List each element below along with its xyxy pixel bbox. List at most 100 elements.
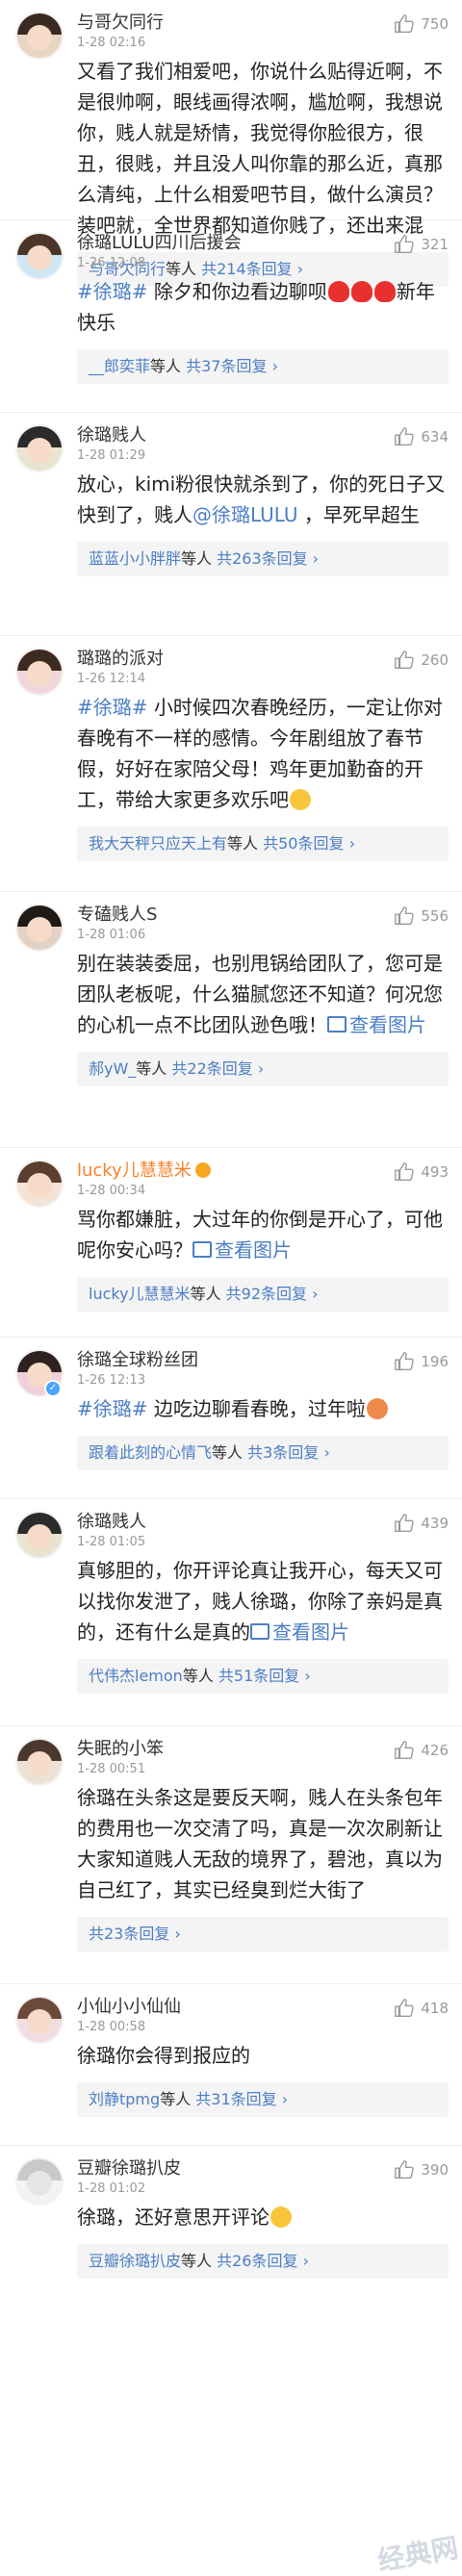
thumbs-up-icon <box>395 14 415 33</box>
thumbs-up-icon <box>395 650 415 669</box>
reply-summary[interactable]: 我大天秤只应天上有等人 共50条回复 › <box>77 827 449 861</box>
topic-link[interactable]: #徐璐# <box>77 280 148 303</box>
reply-count[interactable]: 共37条回复 <box>186 357 267 375</box>
comment-item: 与哥欠同行 1-28 02:16 750 又看了我们相爱吧，你说什么贴得近啊，不… <box>0 0 462 287</box>
thumbs-up-icon <box>395 906 415 925</box>
reply-summary[interactable]: lucky儿慧慧米等人 共92条回复 › <box>77 1277 449 1312</box>
view-image-link[interactable]: 查看图片 <box>327 1013 426 1036</box>
like-button[interactable]: 439 <box>394 1507 449 1534</box>
comment-item: 璐璐的派对 1-26 12:14 260 #徐璐# 小时候四次春晚经历，一定让你… <box>0 636 462 892</box>
reply-user[interactable]: 代伟杰lemon <box>89 1667 183 1685</box>
comment-item: 徐璐贱人 1-28 01:05 439 真够胆的，你开评论真让我开心，每天又可以… <box>0 1499 462 1726</box>
reply-summary[interactable]: 刘静tpmg等人 共31条回复 › <box>77 2082 449 2117</box>
username[interactable]: 璐璐的派对 <box>77 648 164 671</box>
comment-item: 豆瓣徐璐扒皮 1-28 01:02 390 徐璐，还好意思开评论 豆瓣徐璐扒皮等… <box>0 2146 462 2287</box>
angry-emoji-icon <box>366 1398 388 1419</box>
like-button[interactable]: 426 <box>394 1734 449 1761</box>
reply-user[interactable]: 我大天秤只应天上有 <box>89 834 227 853</box>
timestamp: 1-28 01:05 <box>77 1535 146 1549</box>
view-image-link[interactable]: 查看图片 <box>250 1620 349 1644</box>
reply-count[interactable]: 共26条回复 <box>217 2252 297 2270</box>
reply-summary[interactable]: 代伟杰lemon等人 共51条回复 › <box>77 1659 449 1694</box>
reply-count[interactable]: 共23条回复 <box>89 1925 169 1943</box>
like-count: 390 <box>421 2161 449 2179</box>
reply-user[interactable]: lucky儿慧慧米 <box>89 1285 191 1303</box>
reply-summary[interactable]: 豆瓣徐璐扒皮等人 共26条回复 › <box>77 2244 449 2279</box>
topic-link[interactable]: #徐璐# <box>77 696 148 719</box>
like-count: 196 <box>421 1353 449 1370</box>
avatar[interactable] <box>15 424 64 472</box>
reply-count[interactable]: 共50条回复 <box>263 834 344 853</box>
reply-user[interactable]: 刘静tpmg <box>89 2090 160 2108</box>
username[interactable]: 小仙小小仙仙 <box>77 1996 181 2019</box>
reply-summary[interactable]: 郝yW_等人 共22条回复 › <box>77 1052 449 1086</box>
mention-link[interactable]: @徐璐LULU <box>192 503 298 526</box>
avatar[interactable] <box>15 648 64 696</box>
reply-summary[interactable]: 蓝蓝小小胖胖等人 共263条回复 › <box>77 542 449 576</box>
avatar[interactable] <box>15 904 64 952</box>
username[interactable]: 专磕贱人S <box>77 904 157 927</box>
avatar[interactable] <box>15 1511 64 1559</box>
chevron-right-icon: › <box>174 1925 181 1943</box>
comment-text: 骂你都嫌脏，大过年的你倒是开心了，可他呢你安心吗？ 查看图片 <box>77 1208 443 1262</box>
like-button[interactable]: 556 <box>394 900 449 927</box>
reply-user[interactable]: __郎奕菲 <box>89 357 150 375</box>
reply-count[interactable]: 共3条回复 <box>247 1443 319 1462</box>
reply-count[interactable]: 共31条回复 <box>195 2090 276 2108</box>
like-button[interactable]: 418 <box>394 1992 449 2019</box>
avatar[interactable] <box>15 1738 64 1786</box>
like-button[interactable]: 750 <box>394 8 449 35</box>
comment-item: 小仙小小仙仙 1-28 00:58 418 徐璐你会得到报应的 刘静tpmg等人… <box>0 1984 462 2146</box>
username[interactable]: 失眠的小笨 <box>77 1738 164 1761</box>
reply-summary[interactable]: 跟着此刻的心情飞等人 共3条回复 › <box>77 1436 449 1470</box>
like-button[interactable]: 390 <box>394 2154 449 2181</box>
timestamp: 1-28 00:58 <box>77 2020 146 2034</box>
chevron-right-icon: › <box>257 1059 265 1078</box>
username[interactable]: 徐璐全球粉丝团 <box>77 1349 198 1372</box>
avatar[interactable] <box>15 232 64 280</box>
reply-count[interactable]: 共51条回复 <box>218 1667 299 1685</box>
username[interactable]: 徐璐LULU四川后援会 <box>77 232 242 255</box>
username[interactable]: lucky儿慧慧米 <box>77 1160 211 1183</box>
reply-user[interactable]: 蓝蓝小小胖胖 <box>89 549 181 568</box>
comment-item: 徐璐LULU四川后援会 1-26 12:08 321 #徐璐# 除夕和你边看边聊… <box>0 220 462 413</box>
reply-count[interactable]: 共263条回复 <box>217 549 308 568</box>
timestamp: 1-26 12:13 <box>77 1373 146 1388</box>
reply-user[interactable]: 跟着此刻的心情飞 <box>89 1443 212 1462</box>
like-button[interactable]: 321 <box>394 228 449 255</box>
reply-count[interactable]: 共22条回复 <box>171 1059 252 1078</box>
username[interactable]: 豆瓣徐璐扒皮 <box>77 2157 181 2181</box>
view-image-link[interactable]: 查看图片 <box>192 1238 292 1262</box>
comment-item: 专磕贱人S 1-28 01:06 556 别在装装委屈，也别甩锅给团队了，您可是… <box>0 892 462 1148</box>
comment-text: #徐璐# 边吃边聊看春晚，过年啦 <box>77 1393 449 1424</box>
like-count: 493 <box>421 1163 449 1181</box>
reply-count[interactable]: 共92条回复 <box>226 1285 307 1303</box>
reply-summary[interactable]: 共23条回复 › <box>77 1917 449 1951</box>
reply-user[interactable]: 豆瓣徐璐扒皮 <box>89 2252 181 2270</box>
reply-user[interactable]: 郝yW_ <box>89 1059 136 1078</box>
like-button[interactable]: 196 <box>394 1345 449 1372</box>
timestamp: 1-28 00:51 <box>77 1762 146 1776</box>
username[interactable]: 徐璐贱人 <box>77 1511 146 1534</box>
wink-emoji-icon <box>290 789 311 810</box>
username[interactable]: 徐璐贱人 <box>77 424 146 447</box>
timestamp: 1-28 02:16 <box>77 36 146 50</box>
like-button[interactable]: 493 <box>394 1156 449 1183</box>
avatar[interactable] <box>15 12 64 60</box>
chevron-right-icon: › <box>348 834 355 853</box>
thumbs-up-icon <box>395 2160 415 2179</box>
timestamp: 1-28 01:06 <box>77 928 146 942</box>
comment-text: 真够胆的，你开评论真让我开心，每天又可以找你发泄了，贱人徐璐，你除了亲妈是真的，… <box>77 1559 443 1644</box>
avatar[interactable] <box>15 1996 64 2044</box>
username[interactable]: 与哥欠同行 <box>77 12 164 35</box>
like-button[interactable]: 634 <box>394 421 449 447</box>
chevron-right-icon: › <box>312 549 320 568</box>
avatar[interactable] <box>15 1160 64 1208</box>
comment-item: 失眠的小笨 1-28 00:51 426 徐璐在头条这是要反天啊，贱人在头条包年… <box>0 1726 462 1984</box>
comment-item: lucky儿慧慧米 1-28 00:34 493 骂你都嫌脏，大过年的你倒是开心… <box>0 1148 462 1338</box>
avatar[interactable] <box>15 2157 64 2206</box>
like-button[interactable]: 260 <box>394 644 449 671</box>
reply-summary[interactable]: __郎奕菲等人 共37条回复 › <box>77 349 449 384</box>
topic-link[interactable]: #徐璐# <box>77 1397 148 1420</box>
comment-item: ✓ 徐璐全球粉丝团 1-26 12:13 196 #徐璐# 边吃边聊看春晚，过年… <box>0 1338 462 1499</box>
